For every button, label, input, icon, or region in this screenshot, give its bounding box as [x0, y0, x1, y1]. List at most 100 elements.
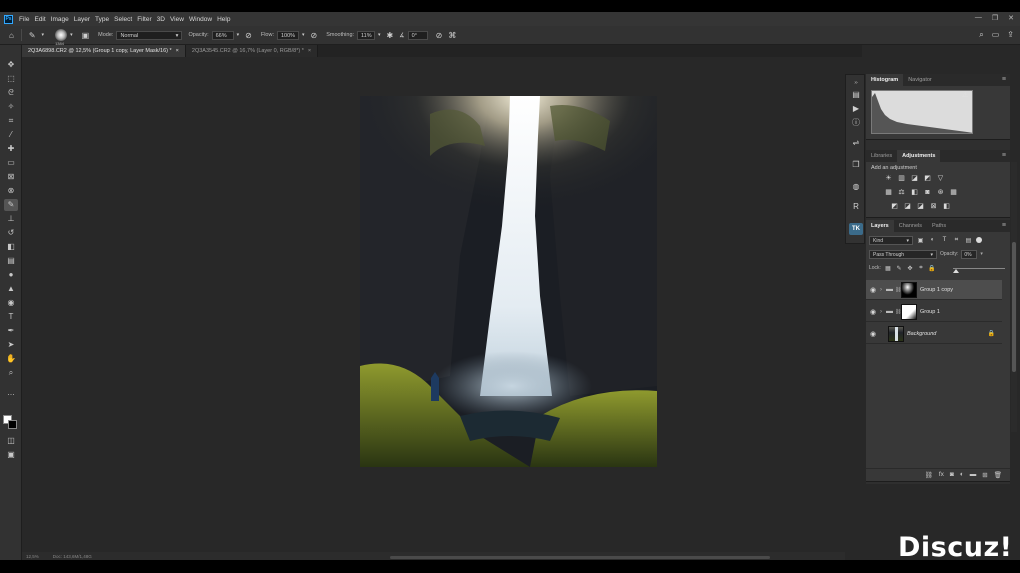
tab-libraries[interactable]: Libraries	[866, 150, 897, 162]
add-mask-icon[interactable]: ◙	[950, 471, 954, 478]
path-selection-tool-icon[interactable]: ➤	[4, 339, 18, 351]
tab-channels[interactable]: Channels	[894, 220, 927, 232]
patch-tool-icon[interactable]: ▭	[4, 157, 18, 169]
lock-all-icon[interactable]: 🔒	[928, 265, 936, 272]
chevron-down-icon[interactable]: ▾	[70, 32, 73, 38]
invert-icon[interactable]: ◩	[890, 203, 899, 211]
marquee-tool-icon[interactable]: ⬚	[4, 73, 18, 85]
chevron-down-icon[interactable]: ▾	[42, 32, 45, 38]
panel-menu-icon[interactable]: ≡	[1002, 150, 1006, 162]
lock-transparent-icon[interactable]: ▦	[884, 265, 892, 272]
background-color-swatch[interactable]	[8, 420, 17, 429]
gradient-tool-icon[interactable]: ▤	[4, 255, 18, 267]
screen-mode-icon[interactable]: ▣	[4, 449, 18, 461]
channel-mixer-icon[interactable]: ⊛	[936, 189, 945, 197]
brightness-contrast-icon[interactable]: ☀	[884, 175, 893, 183]
pixel-filter-icon[interactable]: ▣	[916, 237, 925, 244]
close-icon[interactable]: ✕	[1008, 14, 1014, 22]
minimize-icon[interactable]: —	[975, 14, 982, 22]
menu-layer[interactable]: Layer	[74, 16, 90, 23]
quick-mask-icon[interactable]: ◫	[4, 435, 18, 447]
fill-slider[interactable]	[953, 268, 1005, 273]
new-layer-icon[interactable]: ⊞	[982, 471, 987, 479]
layer-row-background[interactable]: ◉ Background 🔒	[866, 324, 1002, 344]
history-brush-tool-icon[interactable]: ↺	[4, 227, 18, 239]
lasso-tool-icon[interactable]: ᘓ	[4, 87, 18, 99]
eye-icon[interactable]: ◉	[866, 286, 880, 294]
trash-icon[interactable]: 🗑	[994, 471, 1002, 479]
kind-filter-select[interactable]: Kind ▾	[869, 235, 913, 245]
more-tools-icon[interactable]: …	[4, 387, 18, 399]
menu-filter[interactable]: Filter	[137, 16, 151, 23]
layer-name[interactable]: Background	[907, 331, 936, 337]
brush-tool-icon[interactable]: ✎	[29, 31, 36, 40]
panel-menu-icon[interactable]: ≡	[1002, 74, 1006, 86]
symmetry-icon[interactable]: ⌘	[448, 31, 456, 40]
color-balance-icon[interactable]: ⚖	[897, 189, 906, 197]
hand-tool-icon[interactable]: ✋	[4, 353, 18, 365]
exposure-icon[interactable]: ◩	[923, 175, 932, 183]
crop-tool-icon[interactable]: ⌗	[4, 115, 18, 127]
smart-object-filter-icon[interactable]: ▤	[964, 237, 973, 244]
history-icon[interactable]: ▤	[849, 89, 863, 101]
new-adjustment-icon[interactable]: ◐	[960, 471, 964, 478]
selective-color-icon[interactable]: ⊠	[929, 203, 938, 211]
fx-icon[interactable]: fx	[939, 471, 944, 478]
properties-icon[interactable]: ⇌	[849, 137, 863, 149]
tab-histogram[interactable]: Histogram	[866, 74, 904, 86]
blur-tool-icon[interactable]: ●	[4, 269, 18, 281]
info-icon[interactable]: ⓘ	[849, 117, 863, 129]
layer-mask-thumbnail[interactable]	[901, 281, 917, 298]
airbrush-icon[interactable]: ⊘	[311, 31, 318, 40]
link-layers-icon[interactable]: ⛓	[925, 471, 933, 479]
black-white-icon[interactable]: ◧	[910, 189, 919, 197]
close-icon[interactable]: ×	[176, 48, 179, 54]
layer-row-group-1-copy[interactable]: ◉ › ▬ ⛓ Group 1 copy	[866, 280, 1002, 300]
lock-artboard-icon[interactable]: ⌗	[917, 265, 925, 272]
retouch-plugin-icon[interactable]: R	[849, 201, 863, 213]
color-icon[interactable]: ◍	[849, 181, 863, 193]
tab-layers[interactable]: Layers	[866, 220, 894, 232]
gradient-map-icon[interactable]: ◧	[942, 203, 951, 211]
brushes-icon[interactable]: ❐	[849, 159, 863, 171]
brush-tool-icon[interactable]: ✎	[4, 199, 18, 211]
collapse-icon[interactable]: ››	[849, 77, 863, 89]
quick-selection-tool-icon[interactable]: ✧	[4, 101, 18, 113]
opacity-field[interactable]: 66%	[211, 30, 234, 40]
type-filter-icon[interactable]: T	[940, 237, 949, 243]
photo-filter-icon[interactable]: ◙	[923, 189, 932, 197]
share-icon[interactable]: ⇪	[1007, 30, 1014, 40]
clone-stamp-tool-icon[interactable]: ⊥	[4, 213, 18, 225]
move-tool-icon[interactable]: ✥	[4, 59, 18, 71]
eye-icon[interactable]: ◉	[866, 330, 880, 338]
spot-heal-tool-icon[interactable]: ⊗	[4, 185, 18, 197]
gear-icon[interactable]: ✱	[387, 31, 394, 40]
restore-icon[interactable]: ❐	[992, 14, 998, 22]
smoothing-field[interactable]: 11%	[357, 30, 376, 40]
chevron-down-icon[interactable]: ▾	[237, 32, 240, 38]
menu-select[interactable]: Select	[114, 16, 132, 23]
eye-icon[interactable]: ◉	[866, 308, 880, 316]
panel-scrollbar-thumb[interactable]	[1012, 242, 1016, 372]
pressure-size-icon[interactable]: ⊘	[436, 31, 443, 40]
canvas-area[interactable]	[22, 57, 845, 557]
cache-warning-icon[interactable]: ⚠	[962, 91, 968, 99]
blend-mode-select[interactable]: Pass Through ▾	[869, 249, 937, 259]
threshold-icon[interactable]: ◪	[916, 203, 925, 211]
menu-file[interactable]: File	[19, 16, 29, 23]
zoom-level[interactable]: 12,5%	[26, 554, 39, 559]
lock-icon[interactable]: 🔒	[988, 330, 995, 337]
layer-name[interactable]: Group 1	[920, 309, 940, 315]
panel-menu-icon[interactable]: ≡	[1002, 220, 1006, 232]
menu-window[interactable]: Window	[189, 16, 212, 23]
panel-scrollbar[interactable]	[1011, 162, 1017, 432]
brush-preset-picker[interactable]: 1384	[55, 29, 68, 46]
filter-toggle[interactable]	[976, 237, 982, 243]
tab-adjustments[interactable]: Adjustments	[897, 150, 941, 162]
waterfall-photo[interactable]	[360, 96, 657, 467]
flow-field[interactable]: 100%	[276, 30, 299, 40]
curves-icon[interactable]: ◪	[910, 175, 919, 183]
type-tool-icon[interactable]: T	[4, 311, 18, 323]
vibrance-icon[interactable]: ▽	[936, 175, 945, 183]
healing-brush-tool-icon[interactable]: ✚	[4, 143, 18, 155]
